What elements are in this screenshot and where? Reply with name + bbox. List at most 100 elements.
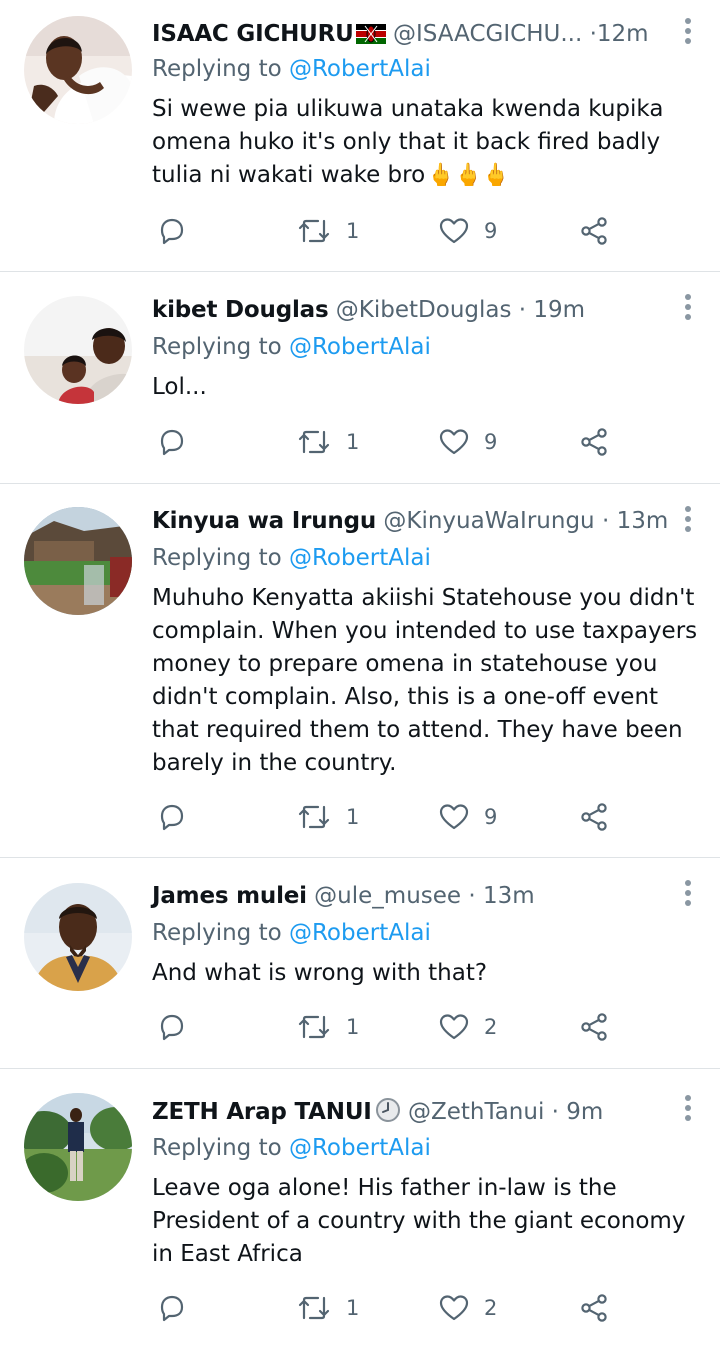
tweet-body: Muhuho Kenyatta akiishi Statehouse you d… [152,585,698,776]
share-button[interactable] [578,797,610,837]
retweet-button[interactable]: 1 [296,422,359,462]
tweet[interactable]: Kinyua wa Irungu @KinyuaWaIrungu · 13m R… [0,484,720,858]
heart-icon [439,429,469,455]
heart-icon [439,1295,469,1321]
separator-dot: · [601,508,610,534]
replying-label: Replying to [152,545,282,571]
share-button[interactable] [578,1007,610,1047]
like-button[interactable]: 2 [438,1007,497,1047]
tweet[interactable]: kibet Douglas @KibetDouglas · 19m Replyi… [0,272,720,484]
user-handle[interactable]: @ZethTanui [408,1099,544,1125]
reply-button[interactable] [156,211,188,251]
mention-link[interactable]: @RobertAlai [289,545,431,571]
like-button[interactable]: 2 [438,1288,497,1328]
retweet-icon [298,219,330,243]
user-handle[interactable]: @ISAACGICHU... [393,21,582,47]
heart-icon [439,218,469,244]
tweet-header: ISAAC GICHURU @ISAACGICHU... ·12m [152,14,649,54]
timestamp[interactable]: 19m [533,297,585,323]
like-button[interactable]: 9 [438,211,497,251]
mention-link[interactable]: @RobertAlai [289,334,431,360]
action-bar: 1 2 [152,1007,700,1047]
avatar[interactable] [24,296,132,404]
like-button[interactable]: 9 [438,797,497,837]
more-options-icon[interactable] [682,880,694,910]
tweet[interactable]: ZETH Arap TANUI @ZethTanui · 9m Replying… [0,1069,720,1345]
share-icon [581,428,607,456]
separator-dot: · [589,21,597,47]
replying-to: Replying to @RobertAlai [152,1131,431,1165]
share-button[interactable] [578,1288,610,1328]
share-button[interactable] [578,422,610,462]
reply-button[interactable] [156,1288,188,1328]
user-handle[interactable]: @KinyuaWaIrungu [383,508,594,534]
retweet-icon [298,1296,330,1320]
tweet-text: Lol... [152,371,700,404]
like-count: 9 [484,430,498,454]
display-name[interactable]: ISAAC GICHURU [152,21,354,47]
action-bar: 1 9 [152,422,700,462]
tweet[interactable]: ISAAC GICHURU @ISAACGICHU... ·12m Replyi… [0,0,720,272]
mention-link[interactable]: @RobertAlai [289,1135,431,1161]
reply-button[interactable] [156,422,188,462]
mention-link[interactable]: @RobertAlai [289,920,431,946]
like-count: 2 [484,1015,498,1039]
timestamp[interactable]: 9m [566,1099,603,1125]
avatar[interactable] [24,883,132,991]
replying-to: Replying to @RobertAlai [152,330,431,364]
reply-button[interactable] [156,797,188,837]
reply-icon [160,218,184,245]
display-name[interactable]: Kinyua wa Irungu [152,508,376,534]
like-count: 9 [484,219,498,243]
replying-label: Replying to [152,1135,282,1161]
retweet-count: 1 [346,1296,360,1320]
share-button[interactable] [578,211,610,251]
avatar[interactable] [24,1093,132,1201]
retweet-icon [298,805,330,829]
retweet-button[interactable]: 1 [296,1007,359,1047]
retweet-button[interactable]: 1 [296,1288,359,1328]
replying-label: Replying to [152,334,282,360]
reply-icon [160,804,184,831]
separator-dot: · [468,883,476,909]
timestamp[interactable]: 12m [597,21,649,47]
more-options-icon[interactable] [682,18,694,48]
separator-dot: · [518,297,527,323]
share-icon [581,1013,607,1041]
tweet-text: And what is wrong with that? [152,957,700,990]
like-button[interactable]: 9 [438,422,497,462]
mention-link[interactable]: @RobertAlai [289,56,431,82]
share-icon [581,1294,607,1322]
tweet-body: Si wewe pia ulikuwa unataka kwenda kupik… [152,96,664,188]
reply-icon [160,429,184,456]
timestamp[interactable]: 13m [483,883,535,909]
user-handle[interactable]: @KibetDouglas [336,297,512,323]
avatar[interactable] [24,16,132,124]
more-options-icon[interactable] [682,506,694,536]
more-options-icon[interactable] [682,1095,694,1125]
user-handle[interactable]: @ule_musee [314,883,461,909]
separator-dot: · [551,1099,559,1125]
more-options-icon[interactable] [682,294,694,324]
tweet-header: ZETH Arap TANUI @ZethTanui · 9m [152,1092,603,1132]
display-name[interactable]: ZETH Arap TANUI [152,1099,372,1125]
avatar[interactable] [24,507,132,615]
action-bar: 1 2 [152,1288,700,1328]
tweet[interactable]: James mulei @ule_musee · 13m Replying to… [0,858,720,1069]
display-name[interactable]: James mulei [152,883,307,909]
retweet-icon [298,430,330,454]
replying-to: Replying to @RobertAlai [152,52,431,86]
timestamp[interactable]: 13m [617,508,669,534]
heart-icon [439,804,469,830]
retweet-button[interactable]: 1 [296,797,359,837]
retweet-icon [298,1015,330,1039]
tweet-text: Si wewe pia ulikuwa unataka kwenda kupik… [152,93,700,192]
retweet-button[interactable]: 1 [296,211,359,251]
display-name[interactable]: kibet Douglas [152,297,329,323]
reply-icon [160,1295,184,1322]
reply-button[interactable] [156,1007,188,1047]
tweet-body: Lol... [152,374,207,400]
retweet-count: 1 [346,1015,360,1039]
tweet-header: kibet Douglas @KibetDouglas · 19m [152,290,585,330]
retweet-count: 1 [346,430,360,454]
